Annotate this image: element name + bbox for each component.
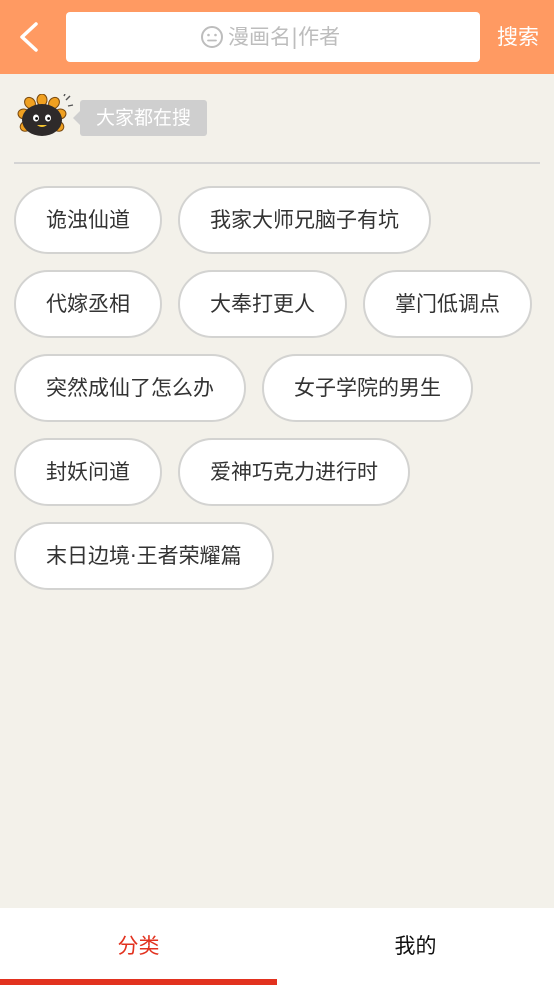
keyword-chip[interactable]: 代嫁丞相 xyxy=(14,270,162,338)
keyword-chip[interactable]: 我家大师兄脑子有坑 xyxy=(178,186,431,254)
tab-mine[interactable]: 我的 xyxy=(277,908,554,985)
sunflower-mascot-icon xyxy=(17,94,74,136)
tab-category[interactable]: 分类 xyxy=(0,908,277,985)
back-button[interactable] xyxy=(10,14,50,60)
keyword-chip[interactable]: 诡浊仙道 xyxy=(14,186,162,254)
keyword-chip[interactable]: 突然成仙了怎么办 xyxy=(14,354,246,422)
tab-category-label: 分类 xyxy=(117,934,160,958)
hot-keyword-list: 诡浊仙道 我家大师兄脑子有坑 代嫁丞相 大奉打更人 掌门低调点 突然成仙了怎么办… xyxy=(14,186,544,590)
keyword-chip[interactable]: 女子学院的男生 xyxy=(262,354,473,422)
keyword-chip[interactable]: 末日边境·王者荣耀篇 xyxy=(14,522,274,590)
keyword-chip[interactable]: 爱神巧克力进行时 xyxy=(178,438,410,506)
bottom-tab-bar: 分类 我的 xyxy=(0,908,554,985)
search-input[interactable] xyxy=(228,25,346,49)
hot-search-label: 大家都在搜 xyxy=(72,100,208,136)
active-tab-indicator xyxy=(0,979,277,985)
keyword-chip[interactable]: 大奉打更人 xyxy=(178,270,347,338)
hot-search-header: 大家都在搜 xyxy=(14,94,314,142)
keyword-chip[interactable]: 封妖问道 xyxy=(14,438,162,506)
search-button[interactable]: 搜索 xyxy=(490,20,546,54)
smiley-search-icon xyxy=(201,26,223,48)
tab-mine-label: 我的 xyxy=(394,934,437,958)
search-box[interactable] xyxy=(66,12,480,62)
top-bar: 搜索 xyxy=(0,0,554,74)
keyword-chip[interactable]: 掌门低调点 xyxy=(363,270,532,338)
chevron-left-icon xyxy=(20,22,38,52)
divider xyxy=(14,162,540,164)
